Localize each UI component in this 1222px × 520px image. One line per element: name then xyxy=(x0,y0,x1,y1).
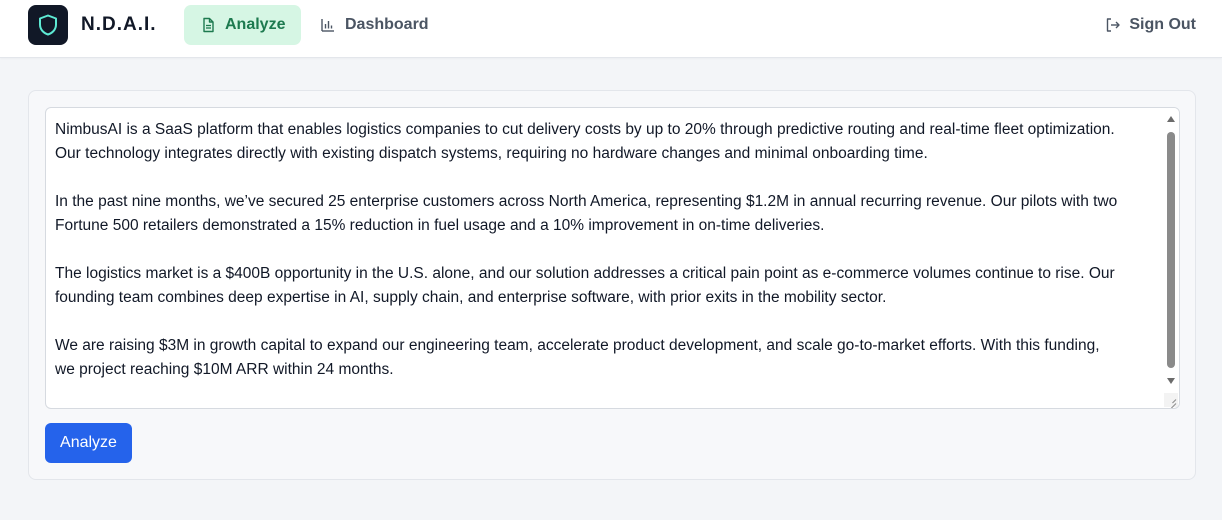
document-icon xyxy=(200,17,216,33)
tab-dashboard[interactable]: Dashboard xyxy=(304,5,445,45)
resize-handle-icon[interactable] xyxy=(1164,393,1178,407)
pitch-textarea[interactable]: NimbusAI is a SaaS platform that enables… xyxy=(45,107,1180,409)
scroll-up-arrow-icon[interactable] xyxy=(1167,116,1175,122)
tab-analyze[interactable]: Analyze xyxy=(184,5,302,45)
pitch-text[interactable]: NimbusAI is a SaaS platform that enables… xyxy=(55,118,1160,382)
analyze-card: NimbusAI is a SaaS platform that enables… xyxy=(28,90,1196,480)
bar-chart-icon xyxy=(320,17,336,33)
scroll-thumb[interactable] xyxy=(1167,132,1175,368)
analyze-button[interactable]: Analyze xyxy=(45,423,132,463)
top-navbar: N.D.A.I. Analyze Dashboard Sign Out xyxy=(0,0,1222,58)
scroll-down-arrow-icon[interactable] xyxy=(1167,378,1175,384)
app-logo[interactable] xyxy=(28,5,68,45)
sign-out-label: Sign Out xyxy=(1129,16,1196,33)
tab-dashboard-label: Dashboard xyxy=(345,16,429,33)
logout-icon xyxy=(1105,17,1121,33)
textarea-scrollbar[interactable] xyxy=(1163,108,1179,396)
sign-out-button[interactable]: Sign Out xyxy=(1105,5,1196,45)
brand-name: N.D.A.I. xyxy=(81,14,157,35)
shield-icon xyxy=(39,14,57,36)
tab-analyze-label: Analyze xyxy=(225,16,286,33)
